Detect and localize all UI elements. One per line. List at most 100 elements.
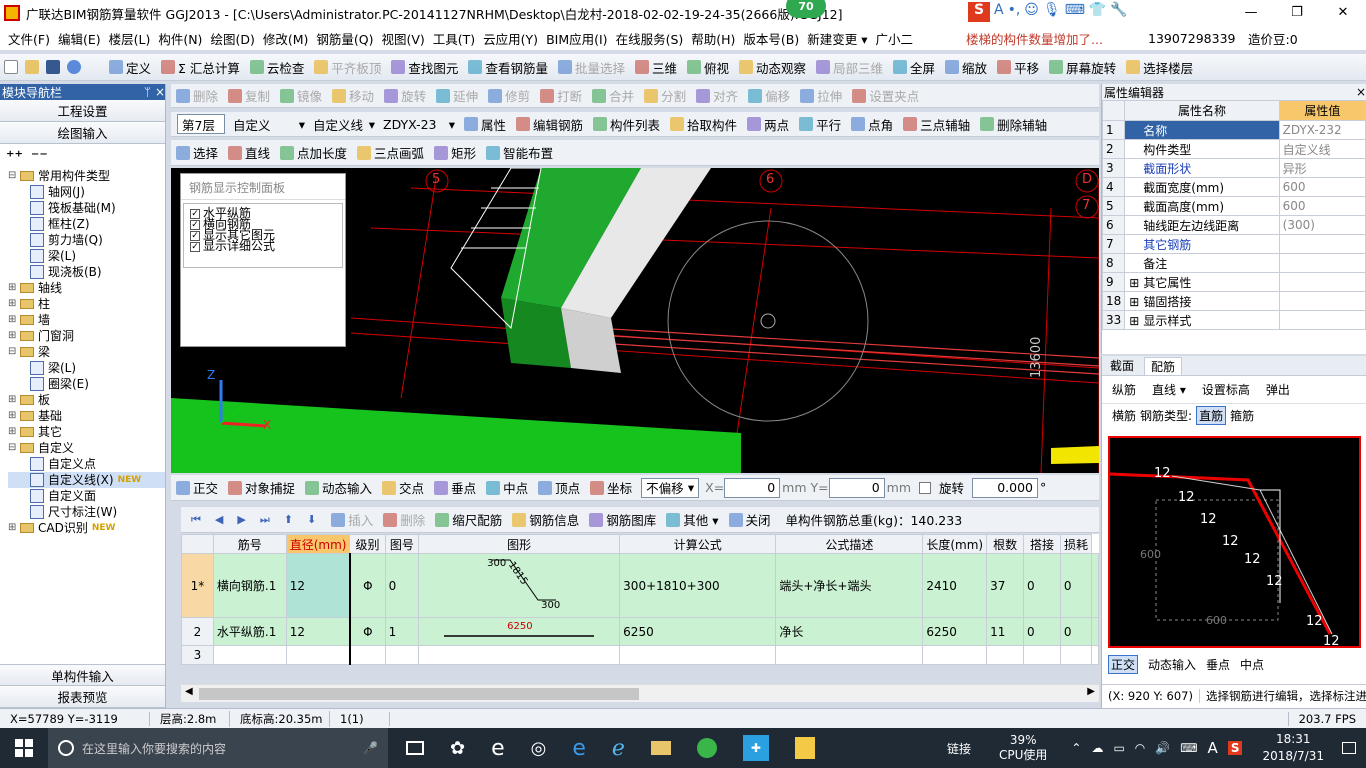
rotate-input[interactable]: 0.000 (972, 477, 1039, 498)
toolbar-button[interactable]: 选择楼层 (1121, 56, 1198, 78)
swirl-icon[interactable]: ◎ (531, 738, 547, 759)
toolbar-button[interactable]: 移动 (327, 85, 379, 107)
table-cell[interactable]: 1 (384, 617, 420, 646)
update-badge[interactable]: 70 (786, 0, 826, 18)
tree-node[interactable]: 轴网(J) (8, 184, 165, 200)
toolbar-button[interactable]: 三点辅轴 (898, 113, 975, 135)
section-tool[interactable]: 纵筋 (1112, 381, 1136, 398)
toolbar-button[interactable]: 删除 (378, 509, 430, 531)
toolbar-button[interactable]: 删除辅轴 (975, 113, 1052, 135)
open-file-icon[interactable] (25, 60, 39, 74)
property-row[interactable]: 18 ⊞ 锚固搭接 (1101, 291, 1366, 311)
task-view-icon[interactable] (406, 741, 424, 755)
horizontal-scrollbar[interactable]: ◀ ▶ (181, 684, 1099, 702)
section-drawing[interactable]: 12 12 12 12 12 12 12 12 600 600 (1108, 436, 1361, 649)
expand-toggle-icon[interactable]: ⊞ (8, 296, 18, 312)
notice-text[interactable]: 楼梯的构件数量增加了... (966, 29, 1103, 48)
menu-item[interactable]: 视图(V) (377, 29, 428, 48)
toolbar-button[interactable]: 动态观察 (734, 56, 811, 78)
menu-item[interactable]: 工具(T) (429, 29, 479, 48)
table-cell[interactable]: Φ (349, 553, 386, 618)
table-cell[interactable] (986, 645, 1025, 665)
toolbar-button[interactable]: 矩形 (429, 142, 481, 164)
column-header[interactable]: 图形 (418, 534, 621, 554)
toolbar-button[interactable]: 云检查 (245, 56, 310, 78)
ime-toolbar[interactable]: S A •, ☺ 🎙 ⌨ 👕 🔧 (968, 2, 1128, 22)
toolbar-button[interactable]: 修剪 (483, 85, 535, 107)
table-cell[interactable]: 净长 (775, 617, 924, 646)
menu-item[interactable]: 构件(N) (154, 29, 206, 48)
toolbar-button[interactable]: 点加长度 (275, 142, 352, 164)
type-select[interactable]: 自定义 ▾ (229, 114, 309, 134)
move-up-icon[interactable]: ⬆ (284, 513, 293, 526)
menu-item[interactable]: 钢筋量(Q) (312, 29, 377, 48)
table-cell[interactable]: 6250 (619, 617, 777, 646)
menu-item[interactable]: 文件(F) (4, 29, 54, 48)
table-cell[interactable]: 0 (1059, 553, 1093, 618)
expand-toggle-icon[interactable]: ⊟ (8, 344, 18, 360)
offset-select[interactable]: 不偏移 ▾ (641, 477, 700, 498)
tree-node[interactable]: ⊞ 轴线 (8, 280, 165, 296)
save-icon[interactable] (46, 60, 60, 74)
close-button[interactable]: ✕ (1320, 0, 1366, 24)
punct-icon[interactable]: •, (1008, 2, 1021, 22)
table-row[interactable]: 2 水平纵筋.1 12 Φ 1 6250 6250 净长 6250 11 0 0 (181, 617, 1099, 646)
section-tool[interactable]: 垂点 (1206, 656, 1230, 673)
section-tool[interactable]: 动态输入 (1148, 656, 1196, 673)
property-row[interactable]: 3 截面形状 异形 (1101, 158, 1366, 178)
tree-node[interactable]: 尺寸标注(W) (8, 504, 165, 520)
toolbar-button[interactable]: 查找图元 (386, 56, 463, 78)
toolbar-button[interactable]: 其他 ▾ (661, 509, 723, 531)
expand-toggle-icon[interactable]: ⊟ (8, 168, 18, 184)
keyboard-icon[interactable]: ⌨ (1065, 2, 1085, 22)
tree-node[interactable]: ⊞ 板 (8, 392, 165, 408)
toolbar-button[interactable]: 对齐 (691, 85, 743, 107)
table-cell[interactable]: 0 (384, 553, 420, 618)
expand-toggle-icon[interactable]: ⊞ (8, 280, 18, 296)
table-cell[interactable]: 横向钢筋.1 (212, 553, 287, 618)
toolbar-button[interactable]: 合并 (587, 85, 639, 107)
toolbar-button[interactable]: 平齐板顶 (309, 56, 386, 78)
column-header[interactable]: 损耗 (1059, 534, 1093, 554)
expand-toggle-icon[interactable]: ⊞ (8, 408, 18, 424)
toolbar-button[interactable]: 钢筋信息 (507, 509, 584, 531)
collapse-all-icon[interactable]: ⁻⁻ (31, 147, 48, 166)
property-value[interactable]: (300) (1278, 215, 1366, 235)
table-cell[interactable]: 300+1810+300 (619, 553, 777, 618)
toolbar-button[interactable]: 定义 (104, 56, 156, 78)
toolbar-button[interactable]: 点角 (846, 113, 898, 135)
toolbar-button[interactable]: 局部三维 (811, 56, 888, 78)
section-tool[interactable]: 钢筋类型: (1140, 407, 1192, 424)
toolbar-button[interactable]: 交点 (377, 477, 429, 499)
property-row[interactable]: 1 名称 ZDYX-232 (1101, 120, 1366, 140)
table-cell[interactable]: 6250 (922, 617, 988, 646)
toolbar-button[interactable]: 编辑钢筋 (511, 113, 588, 135)
notification-icon[interactable] (1342, 742, 1356, 754)
table-row[interactable]: 3 (181, 645, 1099, 665)
tree-node[interactable]: ⊟ 常用构件类型 (8, 168, 165, 184)
property-value[interactable]: 600 (1278, 196, 1366, 216)
toolbar-button[interactable]: 延伸 (431, 85, 483, 107)
name-select[interactable]: ZDYX-23 ▾ (379, 114, 459, 134)
property-row[interactable]: 4 截面宽度(mm) 600 (1101, 177, 1366, 197)
ime-indicator[interactable]: A (1208, 739, 1218, 757)
property-value[interactable] (1278, 291, 1366, 311)
property-row[interactable]: 7 其它钢筋 (1101, 234, 1366, 254)
column-header[interactable]: 计算公式 (619, 534, 777, 554)
first-record-icon[interactable]: ⏮ (191, 513, 201, 527)
property-value[interactable]: 异形 (1278, 158, 1366, 178)
toolbar-button[interactable]: 选择 (171, 142, 223, 164)
report-preview-button[interactable]: 报表预览 (0, 686, 165, 708)
scroll-left-icon[interactable]: ◀ (185, 686, 193, 697)
toolbar-button[interactable]: 关闭 (724, 509, 776, 531)
expand-toggle-icon[interactable]: ⊞ (8, 328, 18, 344)
section-tool[interactable]: 中点 (1240, 656, 1264, 673)
toolbar-button[interactable]: 打断 (535, 85, 587, 107)
tree-node[interactable]: ⊞ 门窗洞 (8, 328, 165, 344)
table-cell[interactable]: 11 (986, 617, 1025, 646)
table-cell[interactable] (775, 645, 924, 665)
tree-node[interactable]: ⊞ 基础 (8, 408, 165, 424)
expand-toggle-icon[interactable]: ⊞ (1129, 276, 1139, 290)
column-header[interactable]: 筋号 (212, 534, 287, 554)
phone-number[interactable]: 13907298339 (1148, 31, 1235, 46)
